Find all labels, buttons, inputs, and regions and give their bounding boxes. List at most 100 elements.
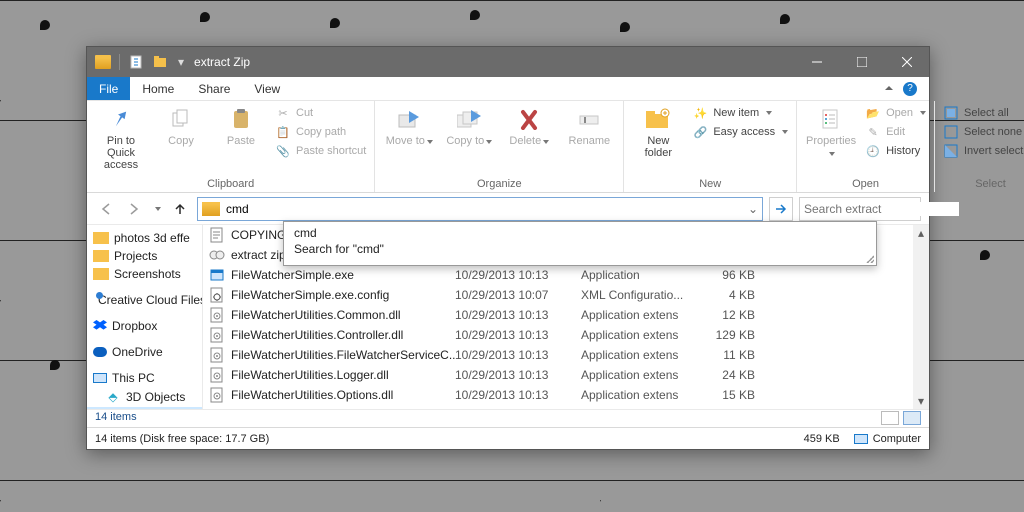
folder-icon (93, 268, 109, 280)
file-row[interactable]: FileWatcherUtilities.Controller.dll10/29… (203, 325, 929, 345)
new-folder-button[interactable]: New folder (632, 105, 684, 159)
file-type: Application extens (581, 328, 697, 342)
view-large-icons-button[interactable] (903, 411, 921, 425)
file-size: 24 KB (697, 368, 755, 382)
easyaccess-icon: 🔗 (692, 124, 708, 140)
open-icon: 📂 (865, 105, 881, 121)
file-row[interactable]: FileWatcherUtilities.Options.dll10/29/20… (203, 385, 929, 405)
minimize-button[interactable] (794, 47, 839, 77)
tree-3d-objects[interactable]: ⬘3D Objects (87, 387, 202, 407)
history-button[interactable]: 🕘History (865, 143, 926, 159)
tab-share[interactable]: Share (186, 77, 242, 100)
explorer-window: ▾ extract Zip File Home Share View ? Pin… (86, 46, 930, 450)
paste-button[interactable]: Paste (215, 105, 267, 147)
select-all-button[interactable]: Select all (943, 105, 1024, 121)
tree-item[interactable]: Screenshots (87, 265, 202, 283)
copypath-icon: 📋 (275, 124, 291, 140)
selectall-icon (943, 105, 959, 121)
tree-creative-cloud[interactable]: Creative Cloud Files (87, 291, 202, 309)
address-suggest-popup: cmd Search for "cmd" (283, 221, 877, 266)
moveto-icon (395, 105, 423, 133)
maximize-button[interactable] (839, 47, 884, 77)
file-row[interactable]: FileWatcherSimple.exe.config10/29/2013 1… (203, 285, 929, 305)
folder-icon (93, 232, 109, 244)
file-size: 96 KB (697, 268, 755, 282)
easy-access-button[interactable]: 🔗Easy access (692, 124, 788, 140)
file-name: FileWatcherSimple.exe (231, 268, 354, 282)
search-input[interactable] (804, 202, 959, 216)
edit-icon: ✎ (865, 124, 881, 140)
tab-file[interactable]: File (87, 77, 130, 100)
pc-icon (93, 373, 107, 383)
suggest-item[interactable]: cmd (290, 225, 876, 241)
scroll-down-icon[interactable]: ▾ (913, 393, 929, 409)
vertical-scrollbar[interactable]: ▴ ▾ (913, 225, 929, 409)
file-date: 10/29/2013 10:13 (455, 308, 581, 322)
rename-button[interactable]: Rename (563, 105, 615, 147)
properties-button[interactable]: Properties (805, 105, 857, 159)
move-to-button[interactable]: Move to (383, 105, 435, 147)
file-row[interactable]: FileWatcherUtilities.FileWatcherServiceC… (203, 345, 929, 365)
view-details-button[interactable] (881, 411, 899, 425)
file-type: Application extens (581, 388, 697, 402)
edit-button[interactable]: ✎Edit (865, 124, 926, 140)
scroll-up-icon[interactable]: ▴ (913, 225, 929, 241)
nav-back-button[interactable] (95, 198, 117, 220)
qat-properties-icon[interactable] (130, 55, 144, 69)
file-date: 10/29/2013 10:13 (455, 388, 581, 402)
file-type: Application extens (581, 348, 697, 362)
delete-button[interactable]: Delete (503, 105, 555, 147)
nav-tree[interactable]: photos 3d effe Projects Screenshots Crea… (87, 225, 203, 409)
close-button[interactable] (884, 47, 929, 77)
tree-dropbox[interactable]: Dropbox (87, 317, 202, 335)
tree-this-pc[interactable]: This PC (87, 369, 202, 387)
file-row[interactable]: FileWatcherSimple.exe10/29/2013 10:13App… (203, 265, 929, 285)
invert-selection-button[interactable]: Invert selection (943, 143, 1024, 159)
tree-item[interactable]: photos 3d effe (87, 229, 202, 247)
open-button[interactable]: 📂Open (865, 105, 926, 121)
address-input[interactable] (224, 202, 744, 216)
go-button[interactable] (769, 197, 793, 221)
help-icon[interactable]: ? (903, 82, 917, 96)
suggest-item[interactable]: Search for "cmd" (290, 241, 876, 257)
file-type: XML Configuratio... (581, 288, 697, 302)
ribbon-collapse-icon[interactable] (885, 86, 893, 90)
group-organize: Move to Copy to Delete Rename Organize (375, 101, 624, 192)
cut-button[interactable]: ✂Cut (275, 105, 366, 121)
file-size: 15 KB (697, 388, 755, 402)
group-label-clipboard: Clipboard (95, 177, 366, 190)
search-box[interactable] (799, 197, 921, 221)
title-bar[interactable]: ▾ extract Zip (87, 47, 929, 77)
copy-path-button[interactable]: 📋Copy path (275, 124, 366, 140)
new-item-button[interactable]: ✨New item (692, 105, 788, 121)
group-select: Select all Select none Invert selection … (935, 101, 1024, 192)
file-row[interactable]: FileWatcherUtilities.Common.dll10/29/201… (203, 305, 929, 325)
paste-shortcut-button[interactable]: 📎Paste shortcut (275, 143, 366, 159)
file-size: 4 KB (697, 288, 755, 302)
group-label-open: Open (805, 177, 926, 190)
tree-item[interactable]: Projects (87, 247, 202, 265)
file-type: Application extens (581, 368, 697, 382)
file-date: 10/29/2013 10:13 (455, 348, 581, 362)
address-bar[interactable]: ⌄ (197, 197, 763, 221)
file-row[interactable]: FileWatcherUtilities.Logger.dll10/29/201… (203, 365, 929, 385)
nav-up-button[interactable] (169, 198, 191, 220)
tab-home[interactable]: Home (130, 77, 186, 100)
file-icon (209, 307, 225, 323)
qat-newfolder-icon[interactable] (154, 55, 168, 69)
tree-onedrive[interactable]: OneDrive (87, 343, 202, 361)
group-label-select: Select (943, 177, 1024, 190)
tab-view[interactable]: View (242, 77, 292, 100)
address-dropdown-icon[interactable]: ⌄ (744, 202, 762, 216)
nav-row: ⌄ cmd Search for "cmd" (87, 193, 929, 225)
select-none-button[interactable]: Select none (943, 124, 1024, 140)
qat-chevron-down-icon[interactable]: ▾ (178, 55, 184, 69)
copy-button[interactable]: Copy (155, 105, 207, 147)
nav-forward-button[interactable] (123, 198, 145, 220)
copy-to-button[interactable]: Copy to (443, 105, 495, 147)
nav-recent-button[interactable] (151, 198, 163, 220)
file-size: 11 KB (697, 348, 755, 362)
pin-to-quick-access-button[interactable]: Pin to Quick access (95, 105, 147, 171)
resize-grip[interactable] (864, 253, 874, 263)
file-type: Application extens (581, 308, 697, 322)
